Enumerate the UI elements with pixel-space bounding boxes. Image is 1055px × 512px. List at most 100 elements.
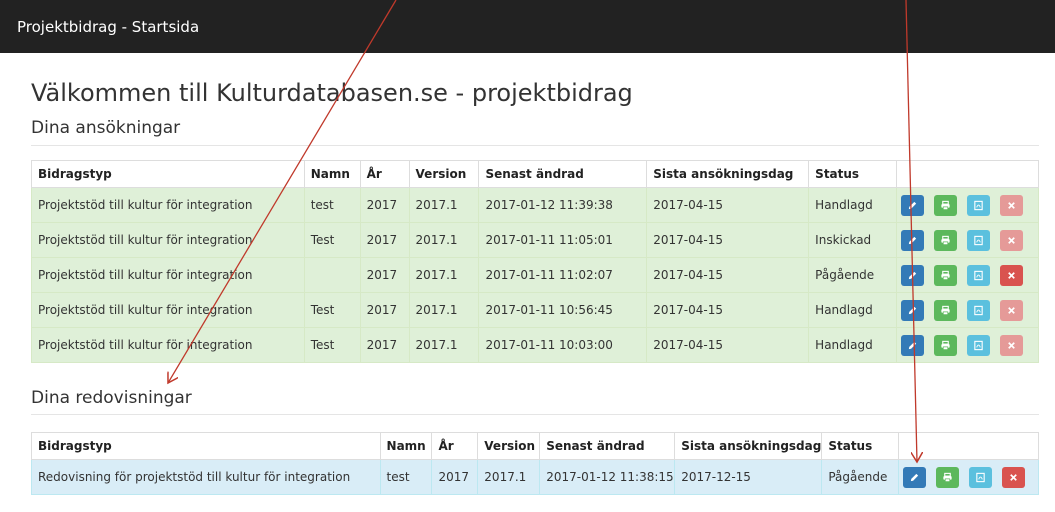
- cell-year: 2017: [359, 187, 410, 223]
- column-header-actions: [898, 432, 1039, 460]
- cell-version: 2017.1: [408, 187, 480, 223]
- cell-year: 2017: [359, 327, 410, 363]
- column-header-name: Namn: [379, 432, 433, 460]
- delete-button: [1000, 299, 1024, 321]
- cell-name: test: [379, 459, 433, 495]
- print-button[interactable]: [934, 264, 958, 286]
- pdf-document-icon: [973, 305, 984, 316]
- print-button[interactable]: [934, 299, 958, 321]
- cell-status: Handlagd: [808, 187, 898, 223]
- table-row: Projektstöd till kultur för integration T…: [31, 222, 1039, 258]
- cell-deadline: 2017-04-15: [646, 327, 810, 363]
- pdf-button[interactable]: [967, 334, 991, 356]
- cell-name: test: [303, 187, 361, 223]
- column-header-version: Version: [408, 160, 480, 188]
- printer-icon: [940, 270, 951, 281]
- edit-button[interactable]: [901, 299, 925, 321]
- cell-grant-type: Projektstöd till kultur för integration: [31, 222, 305, 258]
- cell-year: 2017: [431, 459, 479, 495]
- pencil-icon: [907, 270, 918, 281]
- cell-name: Test: [303, 327, 361, 363]
- table-header-row: Bidragstyp Namn År Version Senast ändrad Sist…: [31, 432, 1039, 460]
- cell-version: 2017.1: [408, 292, 480, 328]
- cell-last-modified: 2017-01-11 11:05:01: [478, 222, 648, 258]
- cell-status: Pågående: [808, 257, 898, 293]
- close-icon: [1006, 305, 1017, 316]
- navbar-brand[interactable]: Projektbidrag - Startsida: [17, 18, 199, 36]
- edit-button[interactable]: [901, 229, 925, 251]
- print-button[interactable]: [934, 194, 958, 216]
- table-row: Redovisning för projektstöd till kultur …: [31, 459, 1039, 495]
- pencil-icon: [909, 472, 920, 483]
- column-header-status: Status: [821, 432, 900, 460]
- close-icon: [1006, 235, 1017, 246]
- delete-button[interactable]: [1000, 264, 1024, 286]
- print-button[interactable]: [934, 334, 958, 356]
- pdf-button[interactable]: [967, 264, 991, 286]
- column-header-status: Status: [808, 160, 898, 188]
- cell-last-modified: 2017-01-11 10:56:45: [478, 292, 648, 328]
- edit-button[interactable]: [901, 264, 925, 286]
- pencil-icon: [907, 200, 918, 211]
- reports-heading: Dina redovisningar: [31, 388, 192, 408]
- column-header-grant-type: Bidragstyp: [31, 160, 305, 188]
- cell-name: Test: [303, 292, 361, 328]
- pdf-button[interactable]: [967, 194, 991, 216]
- printer-icon: [940, 200, 951, 211]
- cell-deadline: 2017-04-15: [646, 222, 810, 258]
- cell-actions: [896, 222, 1039, 258]
- cell-last-modified: 2017-01-12 11:38:15: [539, 459, 676, 495]
- applications-divider: [31, 145, 1039, 146]
- delete-button: [1000, 229, 1024, 251]
- column-header-name: Namn: [303, 160, 361, 188]
- table-row: Projektstöd till kultur för integration 2…: [31, 257, 1039, 293]
- cell-status: Inskickad: [808, 222, 898, 258]
- top-navbar: Projektbidrag - Startsida: [0, 0, 1055, 53]
- table-row: Projektstöd till kultur för integration T…: [31, 327, 1039, 363]
- printer-icon: [940, 305, 951, 316]
- cell-grant-type: Redovisning för projektstöd till kultur …: [31, 459, 381, 495]
- column-header-deadline: Sista ansökningsdag: [646, 160, 810, 188]
- pdf-document-icon: [973, 200, 984, 211]
- cell-actions: [896, 257, 1039, 293]
- delete-button: [1000, 334, 1024, 356]
- cell-actions: [896, 327, 1039, 363]
- cell-actions: [898, 459, 1039, 495]
- pencil-icon: [907, 235, 918, 246]
- printer-icon: [940, 235, 951, 246]
- row-action-buttons: [901, 194, 1038, 216]
- pdf-document-icon: [973, 340, 984, 351]
- pencil-icon: [907, 305, 918, 316]
- cell-actions: [896, 292, 1039, 328]
- print-button[interactable]: [936, 466, 960, 488]
- column-header-last-modified: Senast ändrad: [478, 160, 648, 188]
- cell-actions: [896, 187, 1039, 223]
- pdf-button[interactable]: [967, 229, 991, 251]
- column-header-deadline: Sista ansökningsdag: [674, 432, 823, 460]
- delete-button[interactable]: [1002, 466, 1026, 488]
- row-action-buttons: [903, 466, 1038, 488]
- column-header-year: År: [431, 432, 479, 460]
- cell-version: 2017.1: [408, 327, 480, 363]
- pdf-button[interactable]: [967, 299, 991, 321]
- column-header-version: Version: [477, 432, 541, 460]
- close-icon: [1006, 270, 1017, 281]
- column-header-actions: [896, 160, 1039, 188]
- cell-grant-type: Projektstöd till kultur för integration: [31, 187, 305, 223]
- cell-year: 2017: [359, 257, 410, 293]
- print-button[interactable]: [934, 229, 958, 251]
- reports-divider: [31, 414, 1039, 415]
- edit-button[interactable]: [903, 466, 927, 488]
- pdf-button[interactable]: [969, 466, 993, 488]
- close-icon: [1006, 200, 1017, 211]
- applications-table: Bidragstyp Namn År Version Senast ändrad Sist…: [31, 160, 1039, 363]
- cell-year: 2017: [359, 222, 410, 258]
- cell-last-modified: 2017-01-12 11:39:38: [478, 187, 648, 223]
- edit-button[interactable]: [901, 334, 925, 356]
- cell-name: [303, 257, 361, 293]
- page-title: Välkommen till Kulturdatabasen.se - proj…: [31, 79, 633, 107]
- cell-status: Pågående: [821, 459, 900, 495]
- cell-last-modified: 2017-01-11 11:02:07: [478, 257, 648, 293]
- printer-icon: [942, 472, 953, 483]
- edit-button[interactable]: [901, 194, 925, 216]
